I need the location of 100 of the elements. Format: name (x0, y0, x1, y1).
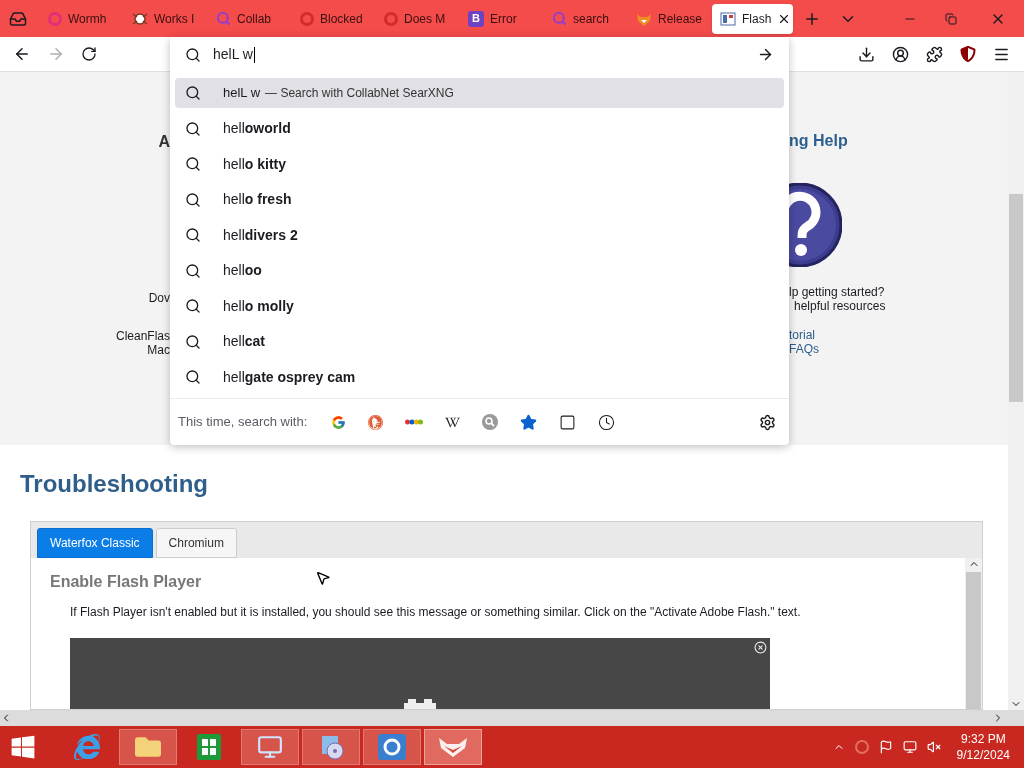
suggestion-row[interactable]: hello molly (175, 288, 784, 324)
taskbar-app-button[interactable] (119, 729, 177, 765)
search-with-label: This time, search with: (178, 413, 308, 432)
content-tab[interactable]: Waterfox Classic (37, 528, 153, 558)
duck-icon[interactable] (368, 414, 384, 430)
colored-dots-icon[interactable] (405, 418, 424, 426)
instruction-text: If Flash Player isn't enabled but it is installed, you should see this message or something similar. Click on the "Activate Adobe Flash." text. (70, 604, 802, 621)
link-text[interactable]: torial (789, 328, 1008, 342)
section-title: Troubleshooting (20, 469, 209, 499)
browser-tab[interactable]: Collab (208, 3, 288, 34)
reload-icon[interactable] (81, 46, 97, 62)
link-text[interactable]: Mac (147, 343, 170, 357)
magnifier-icon[interactable] (482, 414, 499, 430)
store-icon (197, 734, 221, 760)
suggestion-row[interactable]: hello fresh (175, 182, 784, 218)
search-icon (185, 369, 201, 386)
address-text[interactable]: helL w (213, 44, 253, 65)
content-tab[interactable]: Chromium (155, 528, 237, 558)
folder-icon (135, 734, 161, 760)
suggestion-row[interactable]: helL w — Search with CollabNet SearXNG (175, 78, 784, 108)
muted-volume-icon[interactable] (926, 740, 941, 754)
browser-tab[interactable]: B Error (460, 3, 540, 34)
inner-scrollbar[interactable] (965, 558, 982, 709)
back-icon[interactable] (13, 45, 31, 63)
suggestion-text: helldivers 2 (223, 225, 298, 245)
monitor-icon (257, 734, 283, 760)
help-text: helpful resources (793, 299, 887, 313)
start-icon[interactable] (10, 734, 36, 760)
restore-icon[interactable] (945, 12, 957, 25)
search-icon (185, 46, 201, 63)
flag-icon[interactable] (878, 740, 893, 754)
tabs-icon[interactable] (559, 413, 577, 431)
suggestion-text: hellgate osprey cam (223, 367, 356, 387)
search-icon (185, 262, 201, 279)
suggestion-row[interactable]: helloworld (175, 111, 784, 147)
search-icon (185, 191, 201, 208)
suggestion-row[interactable]: helldivers 2 (175, 217, 784, 253)
search-icon (185, 298, 201, 315)
search-icon (552, 11, 567, 26)
suggestion-row[interactable]: hello kitty (175, 146, 784, 182)
search-icon (185, 120, 201, 137)
help-text: lp getting started? (789, 285, 886, 299)
search-icon (185, 227, 201, 244)
address-field[interactable]: helL w (170, 37, 789, 72)
fox-icon (438, 736, 468, 758)
taskbar-app-button[interactable] (241, 729, 299, 765)
close-icon[interactable] (754, 641, 767, 654)
suggestion-text: hellcat (223, 332, 266, 352)
settings-icon[interactable] (759, 413, 776, 431)
suggestion-text: hello kitty (223, 154, 287, 174)
go-arrow-icon[interactable] (757, 46, 774, 63)
download-label: Dov (148, 290, 170, 307)
b-icon: B (468, 10, 484, 27)
app-tile-icon (378, 734, 406, 760)
suggestion-row[interactable]: hellgate osprey cam (175, 359, 784, 395)
suggestion-row[interactable]: hellcat (175, 324, 784, 360)
shield-icon[interactable] (960, 46, 976, 62)
plugin-icon (404, 699, 436, 709)
browser-tab[interactable]: Wormh (40, 3, 120, 34)
query-text: helL w (223, 84, 261, 103)
suggestion-text: hello fresh (223, 190, 292, 210)
suggestion-text: helloo (223, 261, 262, 281)
search-icon (216, 11, 231, 26)
history-icon[interactable] (598, 413, 616, 431)
search-icon (185, 85, 201, 101)
tab-overview-icon[interactable] (9, 9, 27, 28)
suggestion-row[interactable]: helloo (175, 253, 784, 289)
extensions-icon[interactable] (926, 45, 943, 63)
page-icon (720, 10, 736, 27)
section-heading: ng Help (789, 131, 849, 151)
taskbar-app-button[interactable] (424, 729, 482, 765)
taskbar-app-button[interactable] (363, 729, 421, 765)
browser-tab[interactable]: Blocked (292, 3, 372, 34)
suggestion-text: hello molly (223, 296, 294, 316)
google-icon[interactable] (331, 414, 347, 430)
browser-icon (74, 734, 100, 760)
link-text[interactable]: CleanFlas (115, 329, 170, 343)
search-icon (185, 156, 201, 173)
network-icon[interactable] (902, 740, 917, 754)
bookmark-star-icon[interactable] (520, 413, 538, 431)
browser-tab[interactable]: search (544, 3, 624, 34)
browser-tab[interactable]: Works I (124, 3, 204, 34)
clock-date[interactable]: 9/12/2024 (956, 747, 1010, 763)
mouse-cursor-icon (315, 570, 331, 586)
clock-time[interactable]: 9:32 PM (960, 731, 1006, 747)
browser-tab[interactable]: Flash (712, 3, 793, 34)
search-icon (185, 333, 201, 350)
taskbar-app-button[interactable] (302, 729, 360, 765)
account-icon[interactable] (892, 45, 909, 63)
bug-icon (132, 10, 148, 27)
browser-tab[interactable]: Does M (376, 3, 456, 34)
browser-tab[interactable]: Release (628, 3, 708, 34)
suggestion-text: helloworld (223, 119, 291, 139)
section-heading: A (158, 132, 170, 152)
search-engine-label: — Search with CollabNet SearXNG (265, 85, 454, 102)
horizontal-scrollbar[interactable] (0, 710, 1024, 726)
download-icon[interactable] (858, 45, 875, 63)
subsection-heading: Enable Flash Player (50, 572, 202, 592)
vertical-scrollbar[interactable] (1008, 72, 1024, 710)
link-text[interactable]: FAQs (789, 342, 1008, 356)
